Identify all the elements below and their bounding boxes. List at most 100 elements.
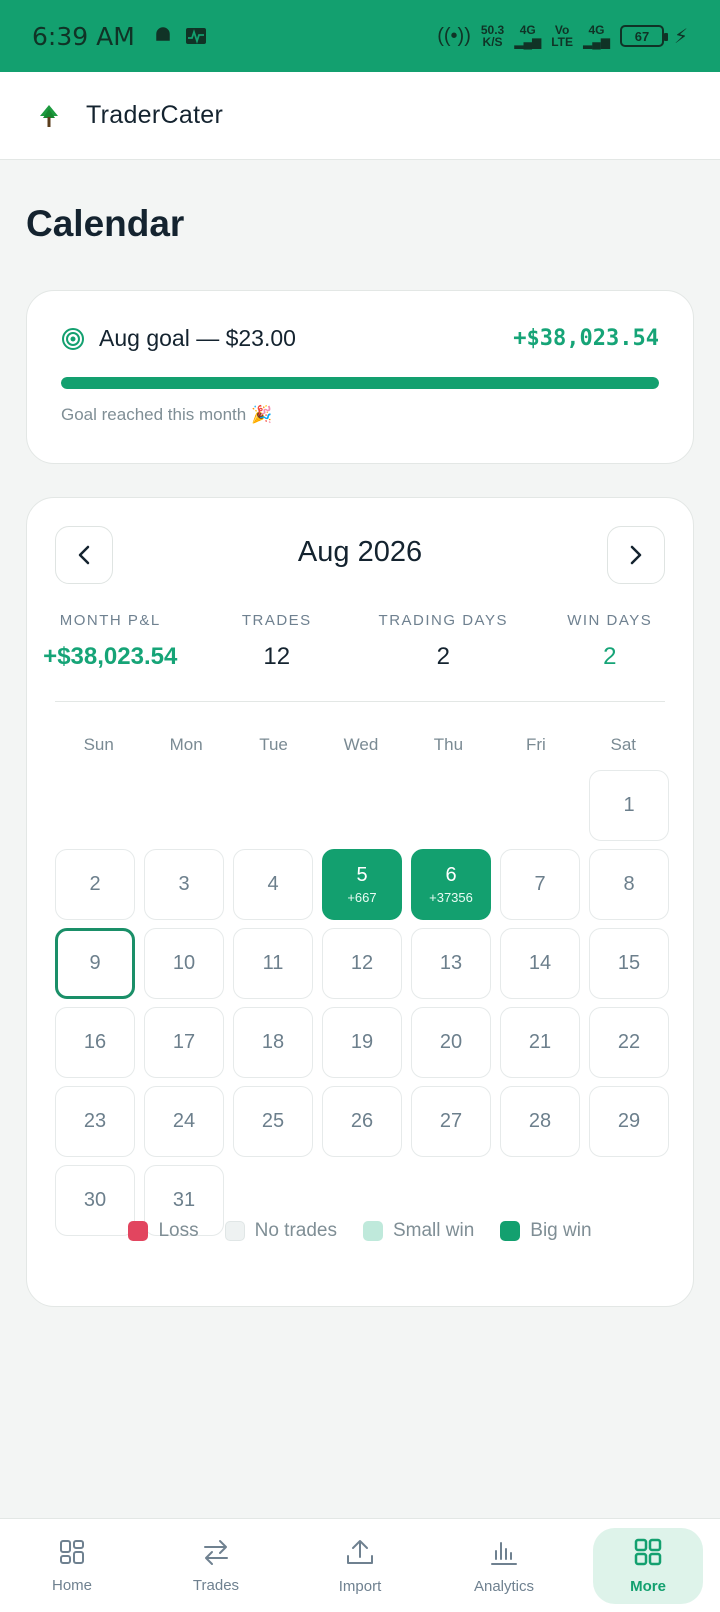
- legend-label: Small win: [392, 1220, 475, 1241]
- empty-day-cell: [322, 770, 402, 841]
- day-cell-12[interactable]: 12: [322, 928, 402, 999]
- day-pnl: +667: [347, 890, 377, 905]
- empty-day-cell: [233, 770, 313, 841]
- signal-icon: ▂▄▆: [582, 35, 610, 49]
- day-number: 2: [89, 873, 101, 895]
- legend-label: Loss: [158, 1220, 199, 1241]
- goal-label: Aug goal — $23.00: [99, 325, 296, 351]
- day-cell-16[interactable]: 16: [55, 1007, 135, 1078]
- day-cell-9[interactable]: 9: [55, 928, 135, 999]
- goal-note: Goal reached this month 🎉: [61, 405, 273, 424]
- net-speed: 50.3 K/S: [480, 23, 505, 49]
- day-cell-29[interactable]: 29: [589, 1086, 669, 1157]
- day-cell-6[interactable]: 6 +37356: [411, 849, 491, 920]
- day-number: 12: [350, 952, 374, 974]
- stat-trades: TRADES 12: [241, 612, 312, 670]
- day-cell-10[interactable]: 10: [144, 928, 224, 999]
- calendar-grid: 1 2 3 4 5 +667 6 +37356 7 8 9 10 11 12 13 14 15 16 17 18 19 2…: [55, 770, 669, 1236]
- day-cell-11[interactable]: 11: [233, 928, 313, 999]
- calendar-legend: Loss No trades Small win Big win: [27, 1220, 693, 1242]
- day-number: 26: [350, 1110, 374, 1132]
- more-grid-icon: [633, 1537, 663, 1572]
- day-number: 18: [261, 1031, 285, 1053]
- day-cell-24[interactable]: 24: [144, 1086, 224, 1157]
- weekday-mon: Mon: [169, 735, 203, 754]
- day-number: 10: [172, 952, 196, 974]
- nav-import[interactable]: Import: [305, 1528, 415, 1604]
- day-cell-17[interactable]: 17: [144, 1007, 224, 1078]
- bar-chart-icon: [489, 1537, 519, 1572]
- day-number: 3: [178, 873, 190, 895]
- stat-trading-days: TRADING DAYS 2: [378, 612, 508, 670]
- day-number: 6: [445, 864, 457, 886]
- day-cell-13[interactable]: 13: [411, 928, 491, 999]
- day-cell-4[interactable]: 4: [233, 849, 313, 920]
- day-number: 8: [623, 873, 635, 895]
- nav-label: Home: [51, 1576, 92, 1594]
- nav-trades[interactable]: Trades: [161, 1528, 271, 1604]
- nav-home[interactable]: Home: [17, 1528, 127, 1604]
- empty-day-cell: [55, 770, 135, 841]
- day-cell-18[interactable]: 18: [233, 1007, 313, 1078]
- day-cell-28[interactable]: 28: [500, 1086, 580, 1157]
- day-cell-25[interactable]: 25: [233, 1086, 313, 1157]
- volte-label: Vo LTE: [551, 23, 573, 49]
- day-pnl: +37356: [429, 890, 473, 905]
- day-number: 14: [528, 952, 552, 974]
- legend-item-loss: Loss: [128, 1220, 199, 1242]
- day-number: 20: [439, 1031, 463, 1053]
- divider: [55, 701, 665, 702]
- empty-day-cell: [411, 770, 491, 841]
- day-cell-19[interactable]: 19: [322, 1007, 402, 1078]
- empty-day-cell: [500, 770, 580, 841]
- day-number: 9: [89, 952, 101, 974]
- nav-analytics[interactable]: Analytics: [449, 1528, 559, 1604]
- day-number: 17: [172, 1031, 196, 1053]
- hotspot-icon: ((•)): [437, 24, 471, 47]
- activity-icon: [185, 28, 206, 44]
- day-number: 28: [528, 1110, 552, 1132]
- next-month-button[interactable]: [607, 526, 665, 584]
- goal-card: Aug goal — $23.00 +$38,023.54 Goal reach…: [26, 290, 694, 464]
- day-cell-7[interactable]: 7: [500, 849, 580, 920]
- day-cell-5[interactable]: 5 +667: [322, 849, 402, 920]
- nav-label: More: [630, 1577, 666, 1595]
- status-time: 6:39 AM: [32, 21, 135, 51]
- tree-logo-icon[interactable]: [36, 103, 62, 129]
- day-cell-26[interactable]: 26: [322, 1086, 402, 1157]
- day-number: 11: [262, 952, 284, 974]
- month-title: Aug 2026: [297, 536, 423, 568]
- nav-more[interactable]: More: [593, 1527, 703, 1604]
- bottom-navigation: Home Trades Import Analytics More: [0, 1518, 720, 1612]
- month-stats: MONTH P&L +$38,023.54 TRADES 12 TRADING …: [27, 612, 693, 671]
- charging-icon: ⚡: [673, 25, 688, 48]
- stat-month-pnl: MONTH P&L +$38,023.54: [43, 612, 178, 670]
- nav-label: Analytics: [473, 1577, 535, 1595]
- app-brand-name: TraderCater: [86, 101, 224, 129]
- weekday-header: Sun Mon Tue Wed Thu Fri Sat: [55, 735, 667, 755]
- day-cell-15[interactable]: 15: [589, 928, 669, 999]
- day-cell-3[interactable]: 3: [144, 849, 224, 920]
- legend-swatch: [362, 1221, 383, 1241]
- weekday-tue: Tue: [259, 735, 288, 754]
- legend-label: No trades: [254, 1220, 337, 1241]
- day-number: 24: [172, 1110, 196, 1132]
- legend-swatch: [224, 1221, 245, 1241]
- empty-day-cell: [144, 770, 224, 841]
- day-cell-14[interactable]: 14: [500, 928, 580, 999]
- day-cell-2[interactable]: 2: [55, 849, 135, 920]
- day-cell-8[interactable]: 8: [589, 849, 669, 920]
- swap-arrows-icon: [201, 1538, 231, 1571]
- day-cell-1[interactable]: 1: [589, 770, 669, 841]
- day-cell-23[interactable]: 23: [55, 1086, 135, 1157]
- day-cell-27[interactable]: 27: [411, 1086, 491, 1157]
- day-cell-21[interactable]: 21: [500, 1007, 580, 1078]
- legend-label: Big win: [530, 1220, 592, 1241]
- day-number: 13: [439, 952, 463, 974]
- day-number: 27: [439, 1110, 463, 1132]
- legend-item-big-win: Big win: [500, 1220, 592, 1242]
- stat-win-days: WIN DAYS 2: [567, 612, 653, 670]
- day-cell-22[interactable]: 22: [589, 1007, 669, 1078]
- day-cell-20[interactable]: 20: [411, 1007, 491, 1078]
- day-number: 31: [172, 1189, 196, 1211]
